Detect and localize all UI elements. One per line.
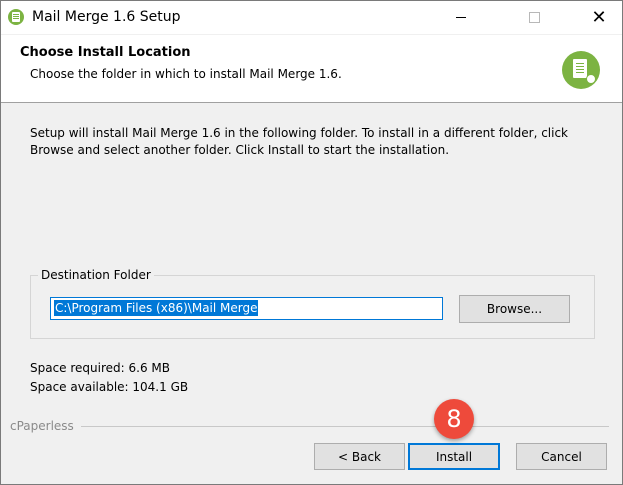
mail-merge-logo-icon xyxy=(562,51,600,89)
minimize-icon xyxy=(456,17,466,18)
destination-folder-label: Destination Folder xyxy=(38,268,154,282)
install-button[interactable]: Install xyxy=(408,443,500,470)
mail-merge-app-icon xyxy=(8,9,24,25)
destination-folder-group: Destination Folder C:\Program Files (x86… xyxy=(30,268,595,339)
space-available: Space available: 104.1 GB xyxy=(30,380,189,394)
close-icon: ✕ xyxy=(591,6,607,28)
step-number-badge: 8 xyxy=(434,399,474,439)
title-bar: Mail Merge 1.6 Setup ✕ xyxy=(1,1,622,34)
minimize-button[interactable] xyxy=(438,1,484,34)
footer-divider xyxy=(81,426,609,427)
space-required: Space required: 6.6 MB xyxy=(30,361,171,375)
close-button[interactable]: ✕ xyxy=(576,1,622,34)
page-title: Choose Install Location xyxy=(20,45,191,60)
page-subtitle: Choose the folder in which to install Ma… xyxy=(30,67,342,81)
cancel-button[interactable]: Cancel xyxy=(516,443,607,470)
brand-label: cPaperless xyxy=(10,419,74,433)
maximize-button xyxy=(511,1,557,34)
setup-window: Mail Merge 1.6 Setup ✕ Choose Install Lo… xyxy=(0,0,623,485)
browse-button[interactable]: Browse... xyxy=(459,295,570,323)
page-header: Choose Install Location Choose the folde… xyxy=(1,35,622,103)
maximize-icon xyxy=(528,12,540,23)
destination-path-text: C:\Program Files (x86)\Mail Merge xyxy=(54,300,259,316)
back-button[interactable]: < Back xyxy=(314,443,405,470)
window-title: Mail Merge 1.6 Setup xyxy=(32,9,181,25)
install-instructions: Setup will install Mail Merge 1.6 in the… xyxy=(30,126,569,157)
destination-path-input[interactable]: C:\Program Files (x86)\Mail Merge xyxy=(50,297,443,320)
